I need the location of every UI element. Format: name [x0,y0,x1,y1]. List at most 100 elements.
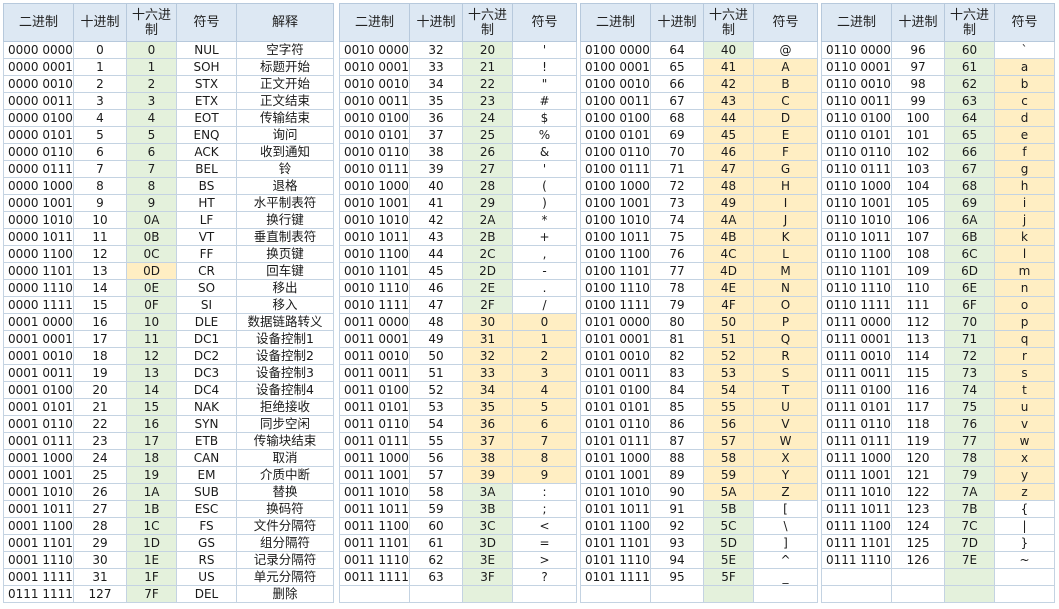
symbol-cell: : [512,483,577,501]
symbol-cell: n [994,279,1055,297]
binary-cell: 0010 0100 [339,109,410,127]
decimal-cell: 15 [73,296,127,314]
table-row: 0111 1111 127 7F DEL 删除 [3,585,334,603]
decimal-cell: 33 [409,58,463,76]
hex-cell: 1E [126,551,177,569]
header-symbol: 符号 [994,3,1055,42]
table-row: 0011 1011 59 3B; [339,500,577,518]
symbol-cell: L [753,245,818,263]
table-row: 0111 0000 112 70 p [821,313,1055,331]
meaning-cell: 移入 [236,296,334,314]
decimal-cell: 5 [73,126,127,144]
symbol-cell: EM [176,466,237,484]
decimal-cell [650,585,704,603]
hex-cell: 73 [944,364,995,382]
symbol-cell: s [994,364,1055,382]
table-row: 0111 1110 126 7E ~ [821,551,1055,569]
table-row: 0001 0001 17 11 DC1 设备控制1 [3,330,334,348]
symbol-cell: X [753,449,818,467]
binary-cell: 0000 1011 [3,228,74,246]
table-row: 0001 1110 30 1E RS 记录分隔符 [3,551,334,569]
table-row: 0000 1100 12 0C FF 换页键 [3,245,334,263]
meaning-cell: 数据链路转义 [236,313,334,331]
decimal-cell: 3 [73,92,127,110]
table-row: 0100 1101 77 4D M [580,262,818,280]
table-row: 0000 0100 4 4 EOT 传输结束 [3,109,334,127]
header-binary: 二进制 [580,3,651,42]
table-row: 0000 0101 5 5 ENQ 询问 [3,126,334,144]
decimal-cell: 115 [891,364,945,382]
meaning-cell: 同步空闲 [236,415,334,433]
table-row: 0111 0010 114 72 r [821,347,1055,365]
header-meaning: 解释 [236,3,334,42]
hex-cell: 3D [462,534,513,552]
table-row: 0000 1101 13 0D CR 回车键 [3,262,334,280]
hex-cell: 63 [944,92,995,110]
hex-cell: 4B [703,228,754,246]
binary-cell: 0111 1000 [821,449,892,467]
decimal-cell: 36 [409,109,463,127]
binary-cell: 0101 1000 [580,449,651,467]
table-row: 0101 1011 91 5B[ [580,500,818,518]
binary-cell: 0111 1100 [821,517,892,535]
hex-cell: 7E [944,551,995,569]
hex-cell: 4F [703,296,754,314]
decimal-cell: 45 [409,262,463,280]
hex-cell: 6B [944,228,995,246]
binary-cell: 0000 0101 [3,126,74,144]
binary-cell: 0010 1100 [339,245,410,263]
binary-cell: 0000 1100 [3,245,74,263]
hex-cell: 8 [126,177,177,195]
binary-cell: 0011 1010 [339,483,410,501]
binary-cell: 0001 1101 [3,534,74,552]
hex-cell: 0B [126,228,177,246]
meaning-cell: 设备控制1 [236,330,334,348]
table-row: 0101 1100 92 5C \ [580,517,818,535]
table-row: 0010 1011 43 2B + [339,228,577,246]
hex-cell: 41 [703,58,754,76]
symbol-cell: DC3 [176,364,237,382]
table-row: 0100 0001 65 41 A [580,58,818,76]
decimal-cell: 119 [891,432,945,450]
binary-cell: 0111 1011 [821,500,892,518]
symbol-cell: NAK [176,398,237,416]
table-row: 0101 0001 81 51 Q [580,330,818,348]
symbol-cell: SUB [176,483,237,501]
decimal-cell: 44 [409,245,463,263]
hex-cell: 69 [944,194,995,212]
hex-cell: 10 [126,313,177,331]
hex-cell: 5C [703,517,754,535]
table-row: 0011 1001 57 39 9 [339,466,577,484]
symbol-cell: * [512,211,577,229]
decimal-cell: 69 [650,126,704,144]
binary-cell: 0001 1010 [3,483,74,501]
hex-cell: 36 [462,415,513,433]
decimal-cell: 126 [891,551,945,569]
hex-cell: 30 [462,313,513,331]
hex-cell: 20 [462,41,513,59]
hex-cell: 60 [944,41,995,59]
hex-cell: 67 [944,160,995,178]
binary-cell: 0101 1010 [580,483,651,501]
table-row: 0010 1100 44 2C, [339,245,577,263]
hex-cell: 34 [462,381,513,399]
hex-cell: 25 [462,126,513,144]
meaning-cell: 换页键 [236,245,334,263]
decimal-cell: 9 [73,194,127,212]
decimal-cell: 82 [650,347,704,365]
decimal-cell: 68 [650,109,704,127]
symbol-cell: 5 [512,398,577,416]
decimal-cell: 84 [650,381,704,399]
binary-cell: 0111 0001 [821,330,892,348]
header-decimal: 十进制 [409,3,463,42]
header-binary: 二进制 [3,3,74,42]
symbol-cell [512,585,577,603]
table-row: 0110 1010 106 6A j [821,211,1055,229]
hex-cell: 37 [462,432,513,450]
symbol-cell: t [994,381,1055,399]
binary-cell: 0100 0001 [580,58,651,76]
decimal-cell: 31 [73,568,127,586]
binary-cell: 0111 0100 [821,381,892,399]
meaning-cell: 正文结束 [236,92,334,110]
decimal-cell: 99 [891,92,945,110]
